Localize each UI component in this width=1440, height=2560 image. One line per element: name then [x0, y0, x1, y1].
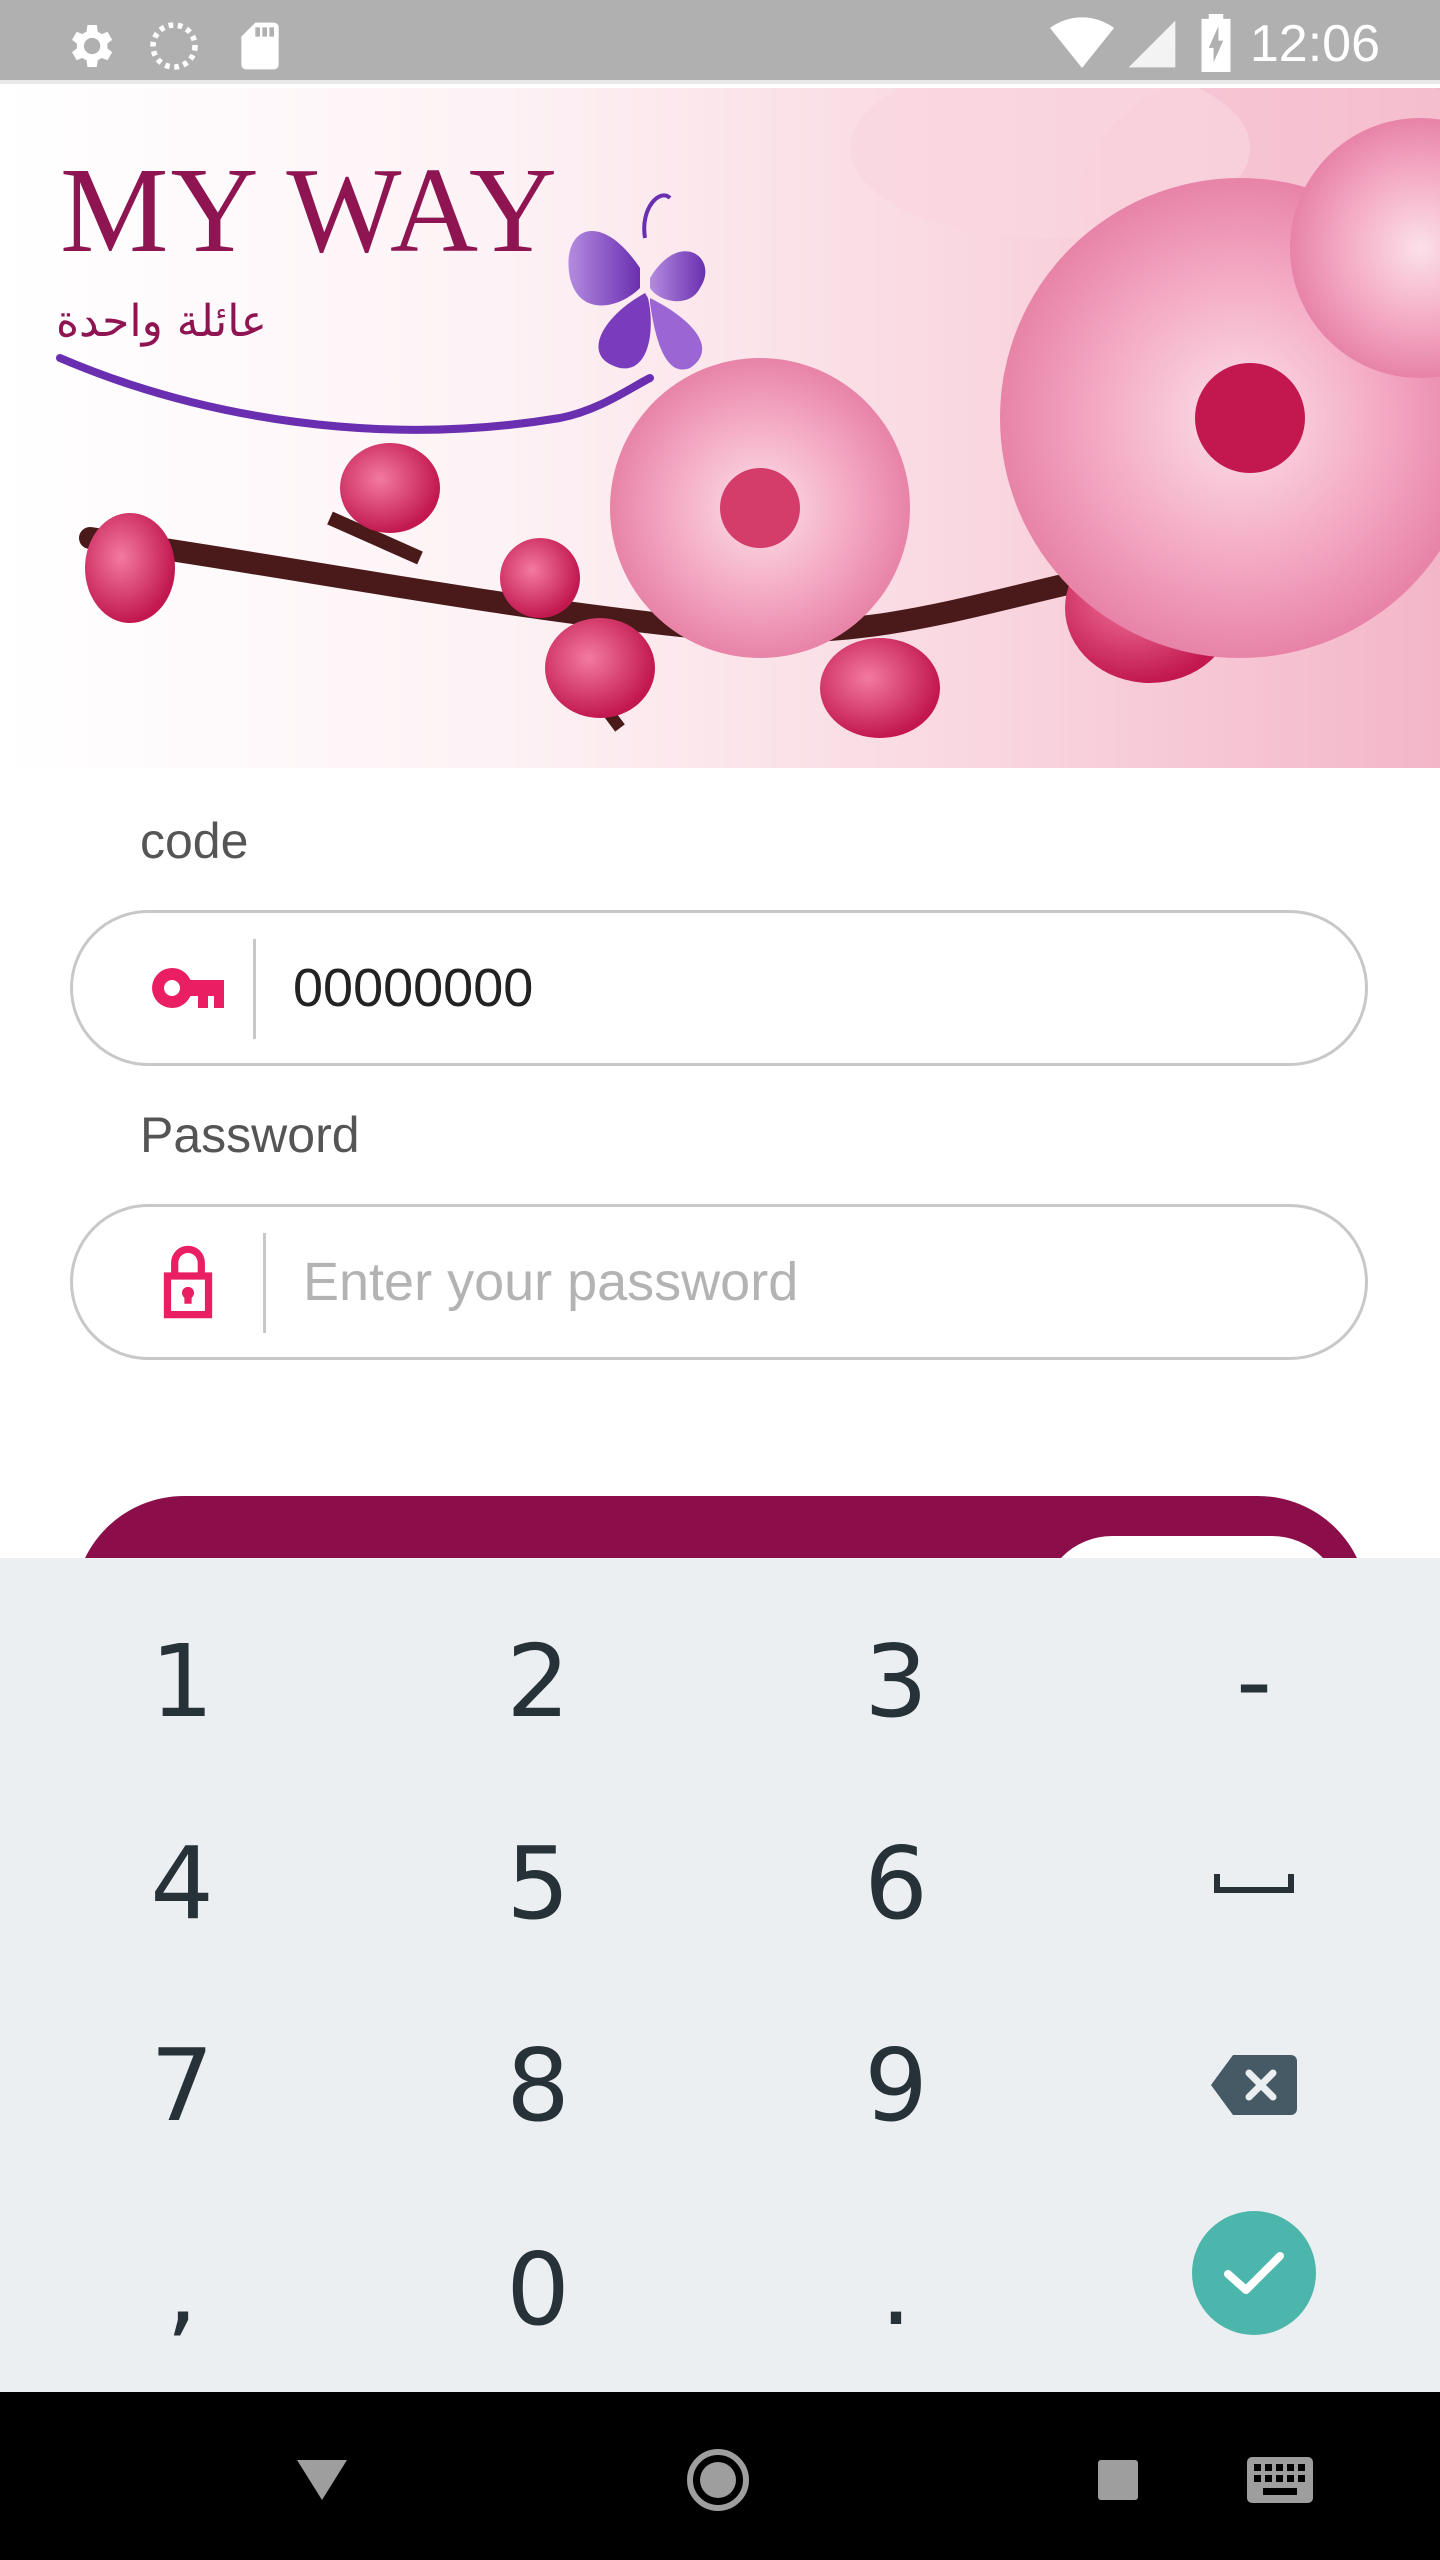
password-input[interactable] [303, 1207, 1303, 1357]
battery-charging-icon [1196, 14, 1236, 77]
home-icon[interactable] [668, 2430, 768, 2530]
navigation-bar [0, 2392, 1440, 2560]
code-field[interactable] [70, 910, 1368, 1066]
key-space[interactable] [1114, 1788, 1394, 1978]
wifi-icon [1050, 16, 1114, 77]
key-1[interactable]: 1 [42, 1586, 322, 1776]
code-input[interactable] [293, 913, 1293, 1063]
status-time: 12:06 [1249, 15, 1380, 73]
butterfly-logo-icon [568, 193, 706, 370]
key-3[interactable]: 3 [756, 1586, 1036, 1776]
settings-icon [62, 18, 118, 79]
key-9[interactable]: 9 [756, 1990, 1036, 2180]
key-period[interactable]: . [756, 2194, 1036, 2384]
key-8[interactable]: 8 [398, 1990, 678, 2180]
password-label: Password [140, 1107, 360, 1163]
key-6[interactable]: 6 [756, 1788, 1036, 1978]
done-button[interactable] [1192, 2211, 1316, 2335]
key-comma[interactable]: , [42, 2194, 322, 2384]
back-icon[interactable] [272, 2430, 372, 2530]
key-5[interactable]: 5 [398, 1788, 678, 1978]
code-label: code [140, 813, 249, 869]
key-4[interactable]: 4 [42, 1788, 322, 1978]
key-0[interactable]: 0 [398, 2194, 678, 2384]
sd-card-icon [232, 18, 288, 79]
signal-icon [1124, 16, 1180, 77]
key-icon [133, 913, 243, 1063]
lock-icon [133, 1207, 243, 1357]
loading-icon [146, 18, 202, 79]
key-2[interactable]: 2 [398, 1586, 678, 1776]
keyboard-switch-icon[interactable] [1230, 2430, 1330, 2530]
key-7[interactable]: 7 [42, 1990, 322, 2180]
code-field-divider [253, 939, 256, 1039]
status-bar: 12:06 [0, 0, 1440, 84]
brand-tagline: عائلة واحدة [56, 296, 267, 347]
checkmark-icon [1224, 2252, 1284, 2294]
space-icon [1214, 1874, 1294, 1893]
key-backspace[interactable] [1114, 1990, 1394, 2180]
brand-title: MY WAY [60, 143, 559, 278]
password-field-divider [263, 1233, 266, 1333]
key-minus[interactable]: - [1114, 1586, 1394, 1776]
backspace-icon [1211, 2055, 1297, 2115]
recents-icon[interactable] [1068, 2430, 1168, 2530]
header-banner: MY WAY عائلة واحدة [0, 88, 1440, 768]
password-field[interactable] [70, 1204, 1368, 1360]
